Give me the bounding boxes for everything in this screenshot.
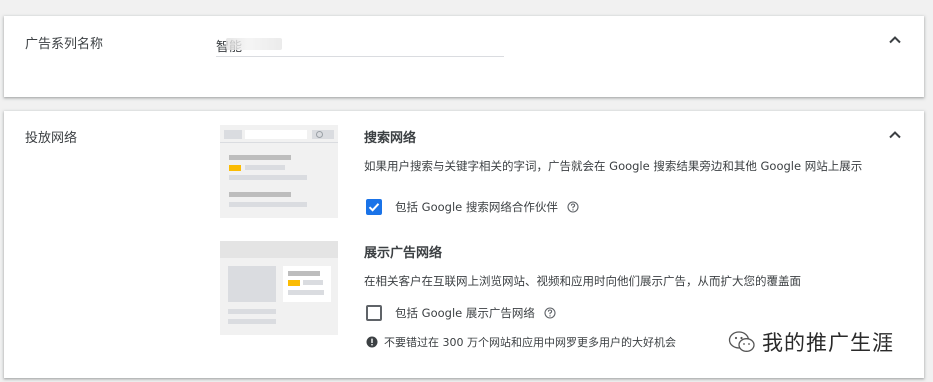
display-network-description: 在相关客户在互联网上浏览网站、视频和应用时向他们展示广告，从而扩大您的覆盖面 [364, 274, 801, 288]
result-line [229, 192, 291, 197]
display-network-label: 包括 Google 展示广告网络 [395, 306, 535, 320]
result-line [229, 155, 291, 160]
search-network-title: 搜索网络 [364, 131, 417, 146]
search-partners-checkbox[interactable] [366, 199, 382, 215]
ad-line [303, 280, 323, 285]
result-line [229, 175, 307, 180]
search-network-illustration [220, 125, 338, 218]
result-line [229, 202, 307, 207]
search-partners-option[interactable]: 包括 Google 搜索网络合作伙伴 [366, 199, 579, 215]
checkmark-icon [368, 203, 380, 212]
content-image-placeholder [228, 266, 276, 302]
ad-badge-placeholder [288, 280, 300, 286]
networks-label: 投放网络 [25, 131, 78, 146]
ad-line [288, 271, 320, 276]
display-network-checkbox[interactable] [366, 305, 382, 321]
display-network-title: 展示广告网络 [364, 246, 443, 261]
display-network-warning-text: 不要错过在 300 万个网站和应用中网罗更多用户的大好机会 [384, 336, 676, 349]
content-line [228, 319, 276, 324]
search-box-placeholder [245, 130, 307, 139]
magnifier-icon [316, 131, 323, 138]
wechat-logo-icon [728, 331, 755, 352]
ad-line [288, 290, 324, 295]
info-alert-icon [366, 336, 378, 348]
campaign-name-section: 广告系列名称 [4, 16, 924, 97]
campaign-name-label: 广告系列名称 [25, 37, 104, 52]
content-line [228, 309, 276, 314]
display-network-warning: 不要错过在 300 万个网站和应用中网罗更多用户的大好机会 [366, 334, 676, 350]
result-line [245, 165, 285, 170]
browser-bar-placeholder [220, 241, 338, 258]
watermark-text: 我的推广生涯 [762, 331, 894, 355]
help-icon[interactable] [544, 307, 556, 319]
collapse-chevron-up-icon[interactable] [888, 128, 902, 142]
display-network-option[interactable]: 包括 Google 展示广告网络 [366, 305, 556, 321]
ad-badge-placeholder [229, 165, 241, 171]
search-partners-label: 包括 Google 搜索网络合作伙伴 [395, 200, 558, 214]
display-network-illustration [220, 241, 338, 335]
search-logo-placeholder [224, 130, 242, 139]
redacted-text-blur [226, 38, 282, 50]
divider [220, 142, 338, 143]
collapse-chevron-up-icon[interactable] [888, 33, 902, 47]
help-icon[interactable] [567, 201, 579, 213]
watermark: 我的推广生涯 [728, 327, 894, 357]
search-network-description: 如果用户搜索与关键字相关的字词，广告就会在 Google 搜索结果旁边和其他 G… [364, 159, 863, 173]
